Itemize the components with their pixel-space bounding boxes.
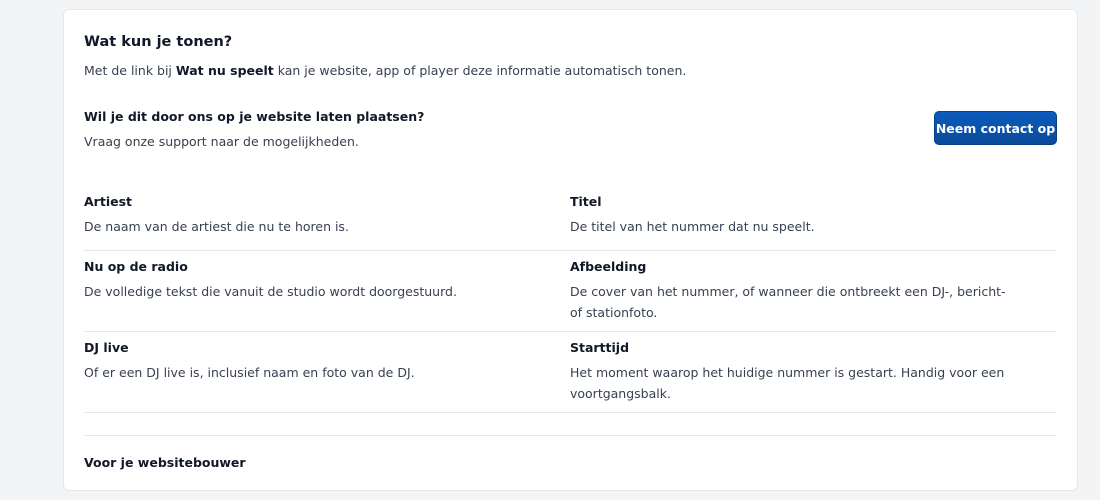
section-title: Wat kun je tonen? [84, 34, 233, 50]
field-description: De naam van de artiest die nu te horen i… [84, 219, 349, 234]
field-description: De titel van het nummer dat nu speelt. [569, 219, 815, 234]
info-card-content: Wat kun je tonen? Met de link bij Wat nu… [84, 10, 1057, 490]
section-intro: Met de link bij Wat nu speelt kan je web… [84, 63, 686, 78]
field-description: De volledige tekst die vanuit de studio … [84, 284, 457, 299]
field-title: Titel De titel van het nummer dat nu spe… [570, 186, 1057, 250]
field-now-on-radio: Nu op de radio De volledige tekst die va… [84, 251, 570, 331]
website-builder-heading[interactable]: Voor je websitebouwer [84, 455, 246, 470]
field-image: Afbeelding De cover van het nummer, of w… [570, 251, 1057, 331]
field-label: Titel [569, 194, 602, 209]
field-label: DJ live [84, 340, 129, 355]
field-description: Of er een DJ live is, inclusief naam en … [84, 365, 415, 380]
intro-suffix: kan je website, app of player deze infor… [273, 63, 687, 78]
contact-button[interactable]: Neem contact op [934, 111, 1057, 145]
field-description: De cover van het nummer, of wanneer die … [569, 284, 1006, 320]
field-list: Artiest De naam van de artiest die nu te… [84, 186, 1057, 413]
field-row: DJ live Of er een DJ live is, inclusief … [84, 332, 1057, 413]
field-label: Nu op de radio [84, 259, 188, 274]
contact-question: Wil je dit door ons op je website laten … [84, 109, 425, 124]
field-description: Het moment waarop het huidige nummer is … [569, 365, 1005, 401]
info-card: Wat kun je tonen? Met de link bij Wat nu… [63, 9, 1078, 491]
field-start-time: Starttijd Het moment waarop het huidige … [570, 332, 1057, 412]
section-divider [84, 435, 1057, 436]
field-row: Artiest De naam van de artiest die nu te… [84, 186, 1057, 251]
field-dj-live: DJ live Of er een DJ live is, inclusief … [84, 332, 570, 412]
field-label: Artiest [84, 194, 132, 209]
field-label: Afbeelding [569, 259, 647, 274]
intro-prefix: Met de link bij [84, 63, 176, 78]
field-label: Starttijd [569, 340, 630, 355]
intro-bold-link-name: Wat nu speelt [175, 63, 274, 78]
field-row: Nu op de radio De volledige tekst die va… [84, 251, 1057, 332]
contact-subtext: Vraag onze support naar de mogelijkheden… [84, 134, 359, 149]
field-artist: Artiest De naam van de artiest die nu te… [84, 186, 570, 250]
